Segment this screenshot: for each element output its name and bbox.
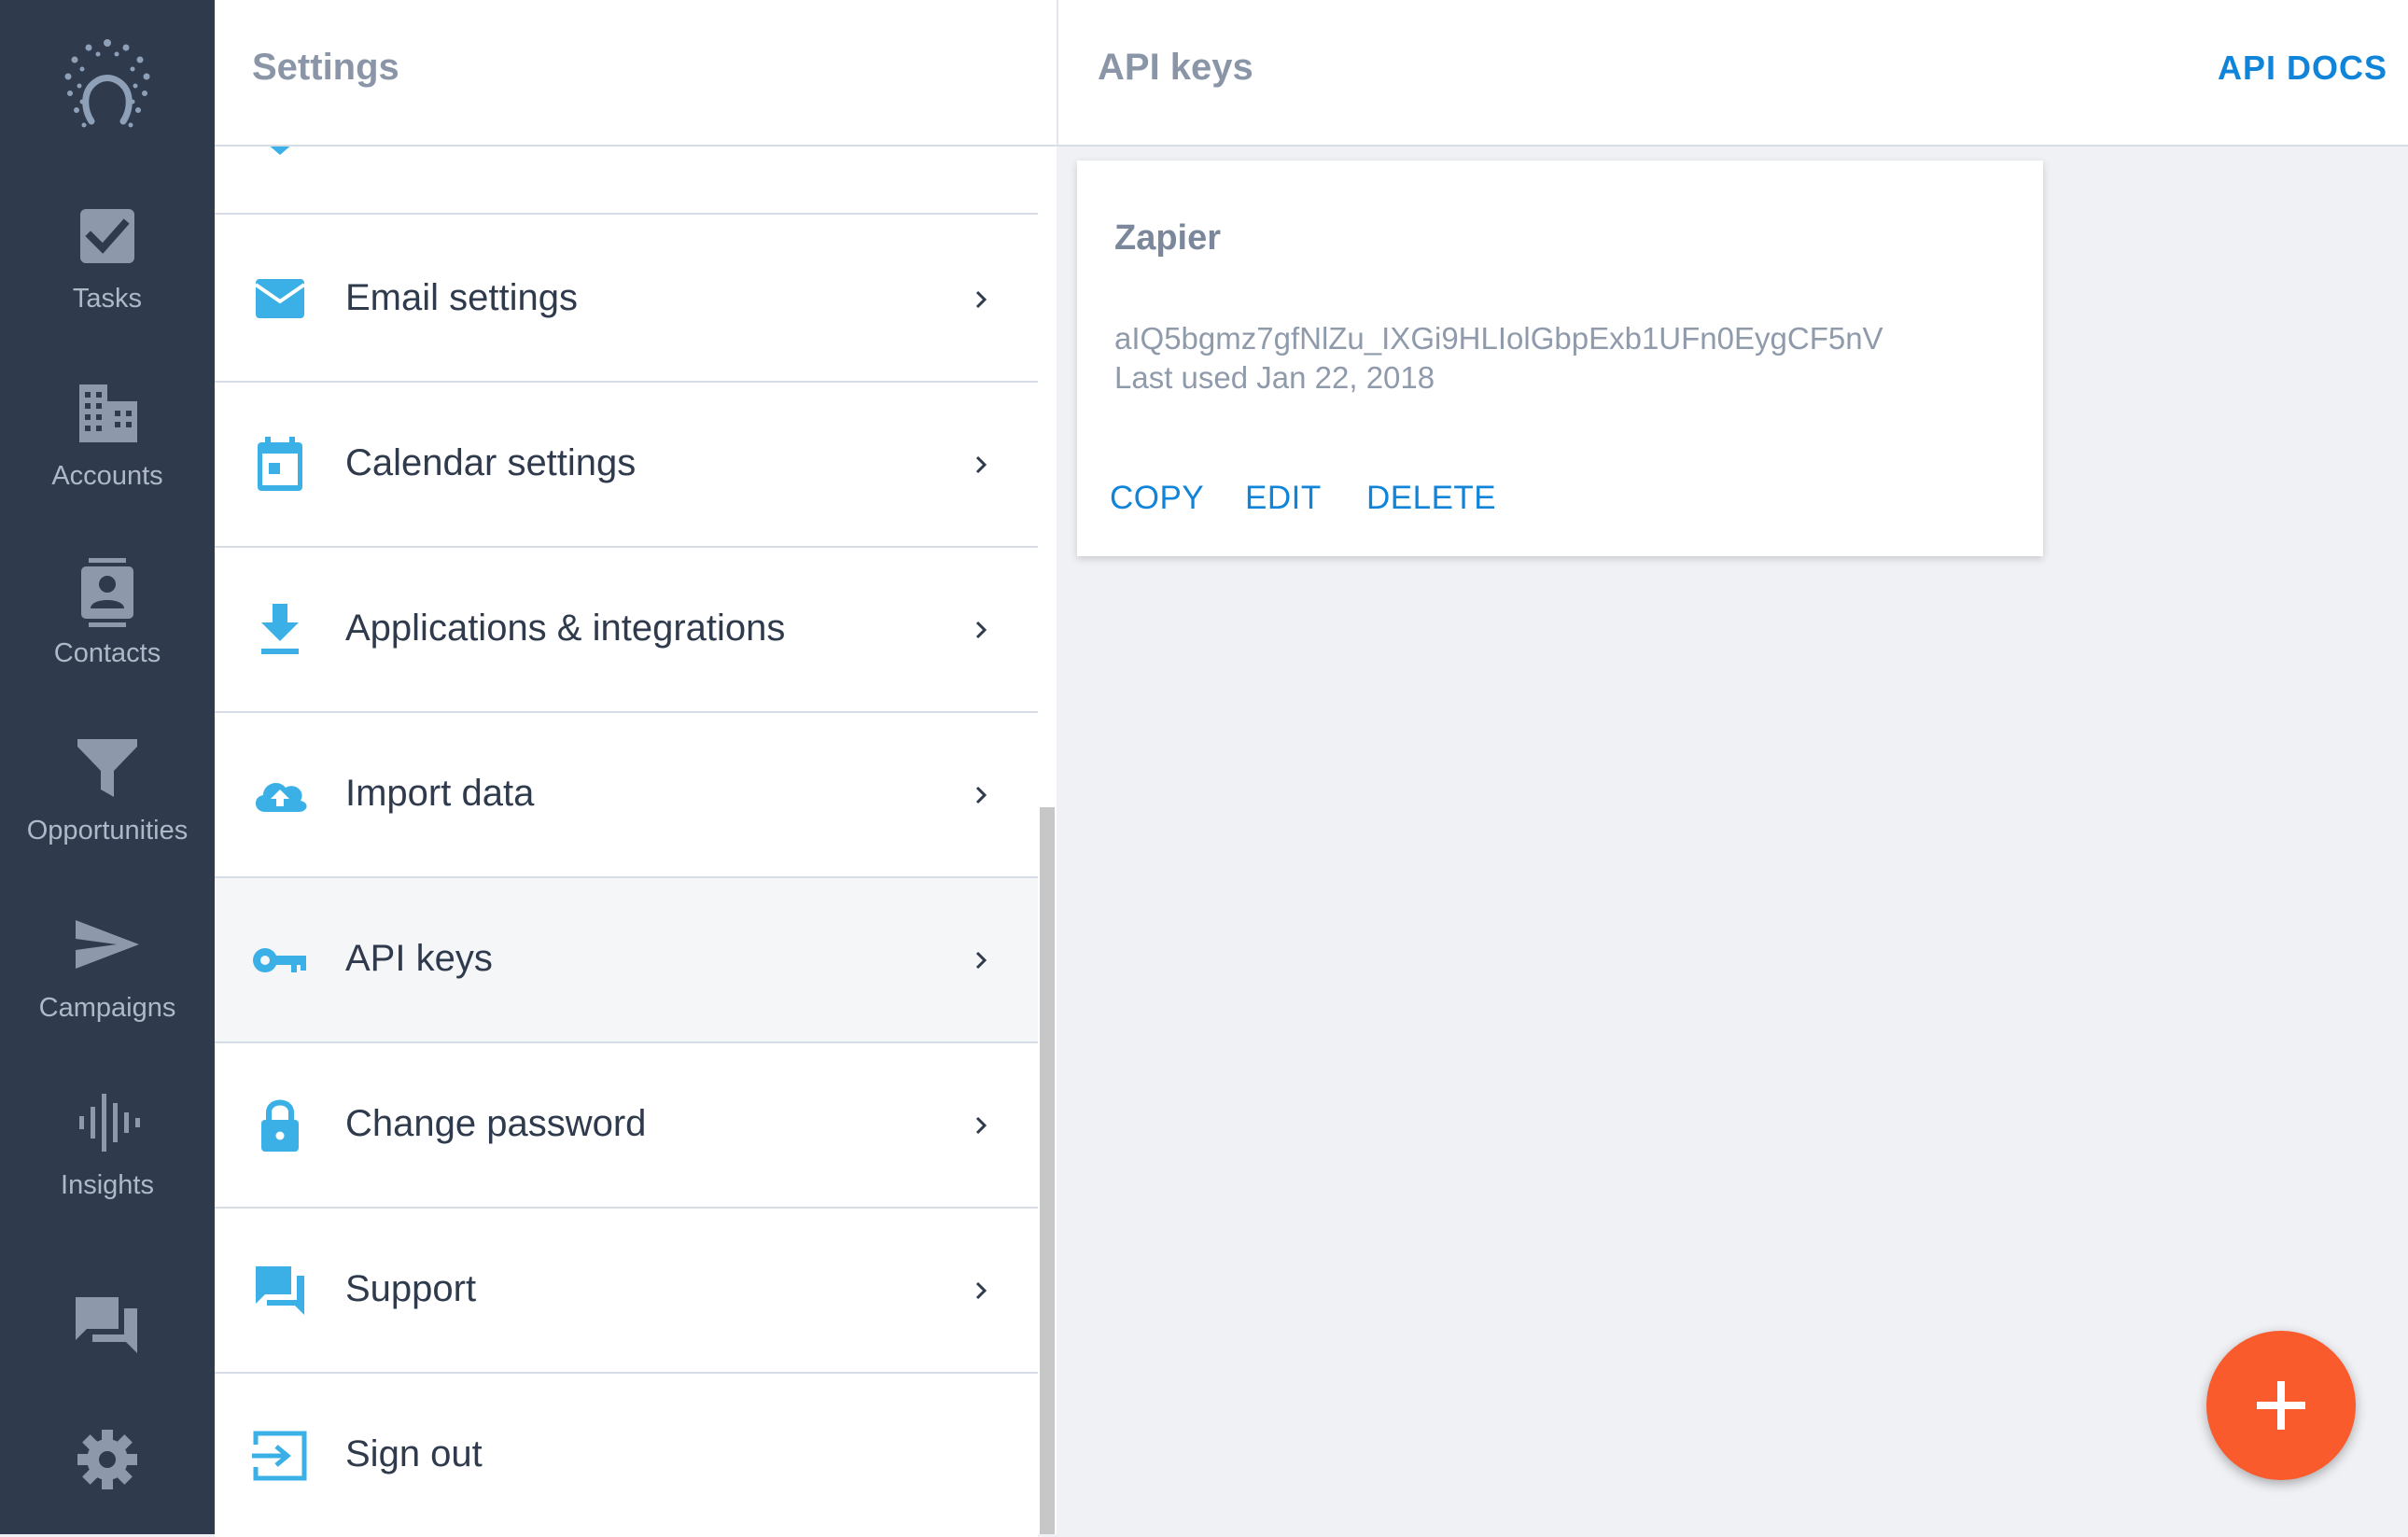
api-key-card: Zapier aIQ5bgmz7gfNlZu_IXGi9HLIolGbpExb1… [1077, 161, 2043, 556]
nav-label: Contacts [53, 638, 161, 668]
chevron-right-icon [975, 786, 987, 803]
download-icon [261, 603, 299, 654]
plus-icon [2257, 1381, 2305, 1430]
left-nav: Tasks Accounts Contacts Opportunities Ca… [0, 0, 215, 1534]
nav-label: Tasks [72, 284, 143, 314]
api-key-last-used: Last used Jan 22, 2018 [1114, 360, 1435, 395]
settings-title: Settings [252, 47, 399, 88]
settings-item-label: Sign out [345, 1432, 483, 1474]
chat-bubbles-icon [256, 1265, 304, 1315]
key-icon [253, 947, 306, 972]
settings-item-label: Change password [345, 1102, 647, 1144]
settings-item-sign-out[interactable]: Sign out [215, 1374, 1038, 1537]
nav-label: Opportunities [26, 816, 189, 845]
nav-item-accounts[interactable]: Accounts [0, 381, 215, 539]
sign-out-icon [252, 1431, 307, 1480]
contact-card-icon [81, 558, 133, 627]
settings-item-label: Email settings [345, 276, 578, 318]
chat-icon[interactable] [70, 1292, 145, 1366]
settings-item-label: API keys [345, 937, 493, 979]
api-key-value: aIQ5bgmz7gfNlZu_IXGi9HLIolGbpExb1UFn0Eyg… [1114, 321, 1883, 356]
lock-icon [261, 1099, 299, 1152]
chevron-right-icon [975, 1281, 987, 1299]
api-key-name: Zapier [1114, 218, 1222, 258]
nav-label: Accounts [51, 461, 163, 491]
nav-item-tasks[interactable]: Tasks [0, 203, 215, 362]
settings-item-label: Support [345, 1267, 477, 1309]
cloud-upload-icon [255, 782, 307, 812]
edit-button[interactable]: EDIT [1245, 480, 1322, 517]
main-header: API keys API DOCS [1057, 0, 2408, 147]
settings-item-label: Import data [345, 772, 535, 814]
send-icon [76, 920, 139, 969]
settings-item-label: Calendar settings [345, 441, 637, 483]
settings-item-email[interactable]: Email settings [215, 217, 1038, 383]
chevron-right-icon [975, 290, 987, 308]
nav-item-contacts[interactable]: Contacts [0, 558, 215, 717]
chevron-right-icon [975, 1116, 987, 1134]
nav-item-opportunities[interactable]: Opportunities [0, 735, 215, 894]
chevron-right-icon [975, 951, 987, 969]
settings-item-support[interactable]: Support [215, 1209, 1038, 1374]
settings-item-import-data[interactable]: Import data [215, 713, 1038, 878]
settings-scrollbar-thumb[interactable] [1040, 807, 1055, 1534]
waveform-icon [79, 1094, 140, 1152]
checkbox-icon [80, 209, 134, 263]
copy-button[interactable]: COPY [1110, 480, 1204, 517]
settings-item-change-password[interactable]: Change password [215, 1043, 1038, 1209]
funnel-icon [77, 739, 137, 797]
add-api-key-button[interactable] [2206, 1331, 2356, 1480]
delete-button[interactable]: DELETE [1366, 480, 1496, 517]
settings-panel: Settings Email settings Calendar setting… [215, 0, 1057, 1537]
gear-icon[interactable] [70, 1422, 145, 1497]
chevron-right-icon [975, 455, 987, 473]
logo-icon[interactable] [47, 32, 168, 144]
settings-item-label: Applications & integrations [345, 607, 786, 649]
settings-item-applications[interactable]: Applications & integrations [215, 548, 1038, 713]
calendar-icon [258, 436, 302, 491]
nav-item-insights[interactable]: Insights [0, 1090, 215, 1249]
envelope-icon [254, 278, 306, 318]
api-docs-link[interactable]: API DOCS [2218, 49, 2387, 88]
nav-label: Insights [61, 1170, 154, 1200]
building-icon [79, 384, 137, 442]
nav-item-campaigns[interactable]: Campaigns [0, 913, 215, 1071]
page-title: API keys [1098, 47, 1253, 88]
settings-header: Settings [215, 0, 1057, 147]
chevron-right-icon [975, 621, 987, 638]
nav-label: Campaigns [38, 993, 176, 1023]
settings-item-api-keys[interactable]: API keys [215, 878, 1038, 1043]
settings-item-calendar[interactable]: Calendar settings [215, 383, 1038, 548]
